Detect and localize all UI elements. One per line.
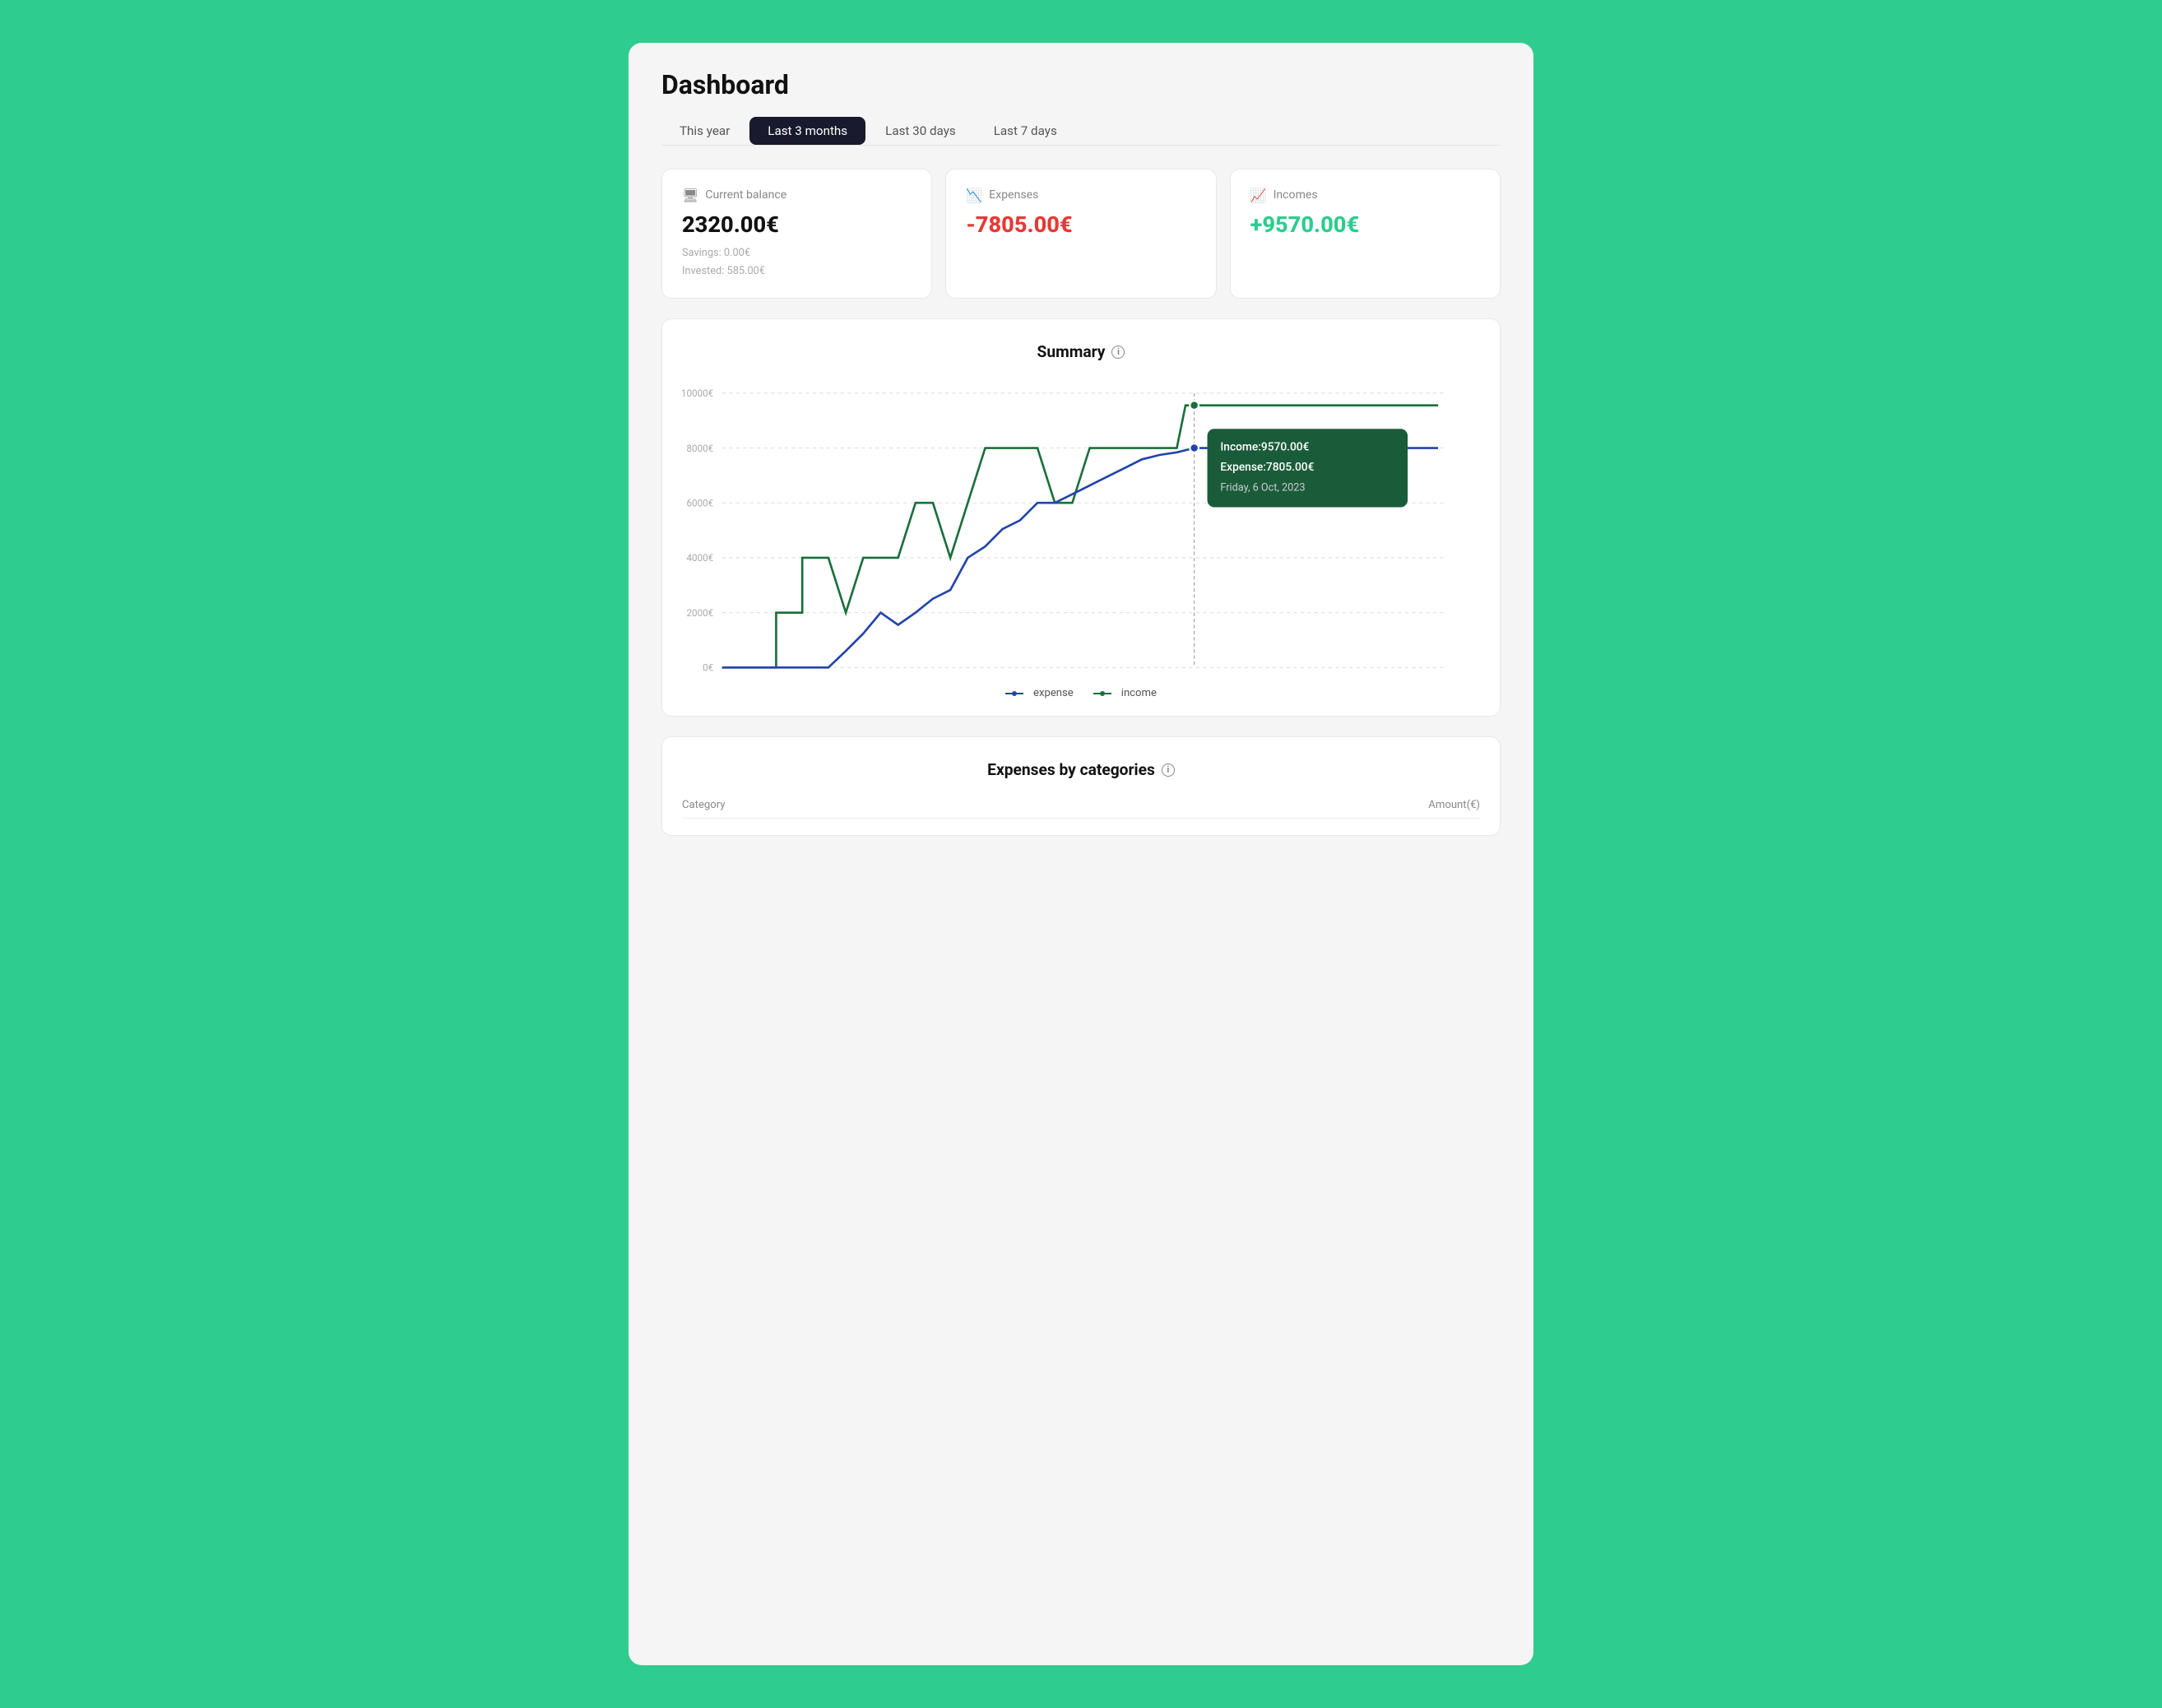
incomes-label: 📈 Incomes — [1250, 188, 1480, 203]
svg-text:4000€: 4000€ — [687, 553, 714, 564]
expenses-label: 📉 Expenses — [966, 188, 1195, 203]
svg-text:10000€: 10000€ — [682, 388, 713, 399]
summary-info-icon[interactable]: i — [1111, 346, 1125, 359]
svg-text:8000€: 8000€ — [687, 443, 714, 454]
incomes-value: +9570.00€ — [1250, 211, 1480, 238]
legend-income: income — [1093, 687, 1157, 699]
summary-chart: 10000€ 8000€ 6000€ 4000€ 2000€ 0€ Aug 29 — [682, 381, 1480, 677]
balance-label: 🖥 Current balance — [682, 188, 912, 203]
tab-last-30-days[interactable]: Last 30 days — [867, 117, 974, 145]
svg-text:0€: 0€ — [703, 662, 713, 674]
amount-col-header: Amount(€) — [1428, 799, 1480, 811]
tab-bar: This year Last 3 months Last 30 days Las… — [661, 117, 1501, 146]
tab-last-3-months[interactable]: Last 3 months — [749, 117, 865, 145]
balance-icon: 🖥 — [682, 188, 698, 203]
balance-sub: Savings: 0.00€ Invested: 585.00€ — [682, 244, 912, 281]
expense-legend-line-icon — [1005, 689, 1028, 699]
categories-header: Category Amount(€) — [682, 799, 1480, 819]
chart-legend: expense income — [682, 687, 1480, 699]
svg-text:Sep 16: Sep 16 — [971, 675, 1000, 678]
svg-text:Nov 7: Nov 7 — [1408, 675, 1433, 678]
tab-last-7-days[interactable]: Last 7 days — [976, 117, 1075, 145]
svg-text:Oct 6: Oct 6 — [1183, 675, 1205, 678]
legend-expense: expense — [1005, 687, 1074, 699]
balance-card: 🖥 Current balance 2320.00€ Savings: 0.00… — [661, 169, 932, 299]
categories-info-icon[interactable]: i — [1162, 763, 1175, 777]
cards-row: 🖥 Current balance 2320.00€ Savings: 0.00… — [661, 169, 1501, 299]
summary-title: Summary i — [682, 342, 1480, 361]
svg-text:Sep 24: Sep 24 — [1075, 675, 1105, 678]
expenses-card: 📉 Expenses -7805.00€ — [945, 169, 1216, 299]
app-container: Dashboard This year Last 3 months Last 3… — [629, 43, 1533, 1665]
summary-section: Summary i 10000€ 8000€ 6000€ 4000€ 2000€ — [661, 318, 1501, 717]
svg-text:Income:9570.00€: Income:9570.00€ — [1220, 441, 1309, 454]
categories-section: Expenses by categories i Category Amount… — [661, 736, 1501, 836]
svg-text:2000€: 2000€ — [687, 607, 714, 619]
svg-text:6000€: 6000€ — [687, 498, 714, 509]
tab-this-year[interactable]: This year — [661, 117, 748, 145]
svg-text:Expense:7805.00€: Expense:7805.00€ — [1220, 461, 1314, 474]
categories-title: Expenses by categories i — [682, 760, 1480, 779]
expenses-icon: 📉 — [966, 188, 982, 203]
svg-text:Sep 8: Sep 8 — [869, 675, 893, 678]
svg-text:Friday, 6 Oct, 2023: Friday, 6 Oct, 2023 — [1220, 482, 1305, 494]
chart-area: 10000€ 8000€ 6000€ 4000€ 2000€ 0€ Aug 29 — [682, 381, 1480, 677]
incomes-icon: 📈 — [1250, 188, 1267, 203]
category-col-header: Category — [682, 799, 726, 811]
balance-value: 2320.00€ — [682, 211, 912, 238]
svg-text:Oct 22: Oct 22 — [1285, 675, 1313, 678]
expenses-value: -7805.00€ — [966, 211, 1195, 238]
svg-text:Aug 29: Aug 29 — [761, 675, 791, 678]
incomes-card: 📈 Incomes +9570.00€ — [1230, 169, 1501, 299]
page-title: Dashboard — [661, 69, 1501, 100]
income-legend-line-icon — [1093, 689, 1116, 699]
